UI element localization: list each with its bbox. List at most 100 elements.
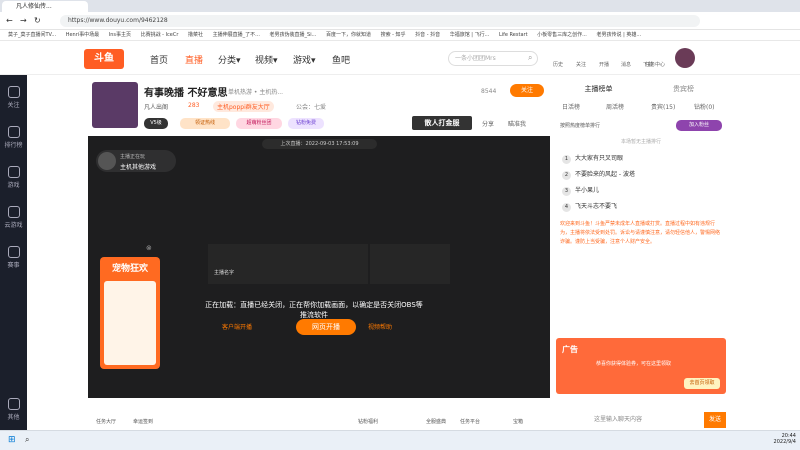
recommend-card[interactable]	[288, 244, 368, 284]
bookmark[interactable]: 莫子_莫子直播间TV...	[8, 30, 56, 40]
tab-daily[interactable]: 日活榜	[562, 102, 580, 114]
diamond-fan-badge[interactable]: 钻粉免费	[288, 118, 324, 129]
forward-icon[interactable]: →	[20, 16, 27, 25]
bookmark[interactable]: 老男孩伪装直播_Si...	[270, 30, 317, 40]
sidebar-item-game[interactable]: 游戏	[0, 163, 27, 191]
gift-bar: 任务大厅 幸运签到 钻粉福利 全服盛典 任务平台 宝箱	[88, 398, 550, 430]
promo-panel[interactable]: 宠物狂欢	[100, 257, 160, 369]
close-icon[interactable]: ⊗	[146, 244, 152, 252]
start-live-link[interactable]: 开播	[599, 61, 609, 68]
nav-home[interactable]: 首页	[150, 53, 168, 66]
level-badge[interactable]: V5级	[144, 118, 168, 129]
nav-category[interactable]: 分类▾	[218, 53, 241, 66]
sidebar-item-cloud-game[interactable]: 云游戏	[0, 203, 27, 231]
send-button[interactable]: 发送	[704, 412, 726, 428]
heart-icon	[7, 86, 20, 98]
ad-button[interactable]: 去首页领取	[684, 378, 720, 389]
bookmark[interactable]: Ins事主页	[109, 30, 131, 40]
site-header: 斗鱼 首页 直播 分类▾ 视频▾ 游戏▾ 鱼吧 一条小团团Mrs ⌕ 历史 关注…	[0, 41, 800, 75]
ad-panel[interactable]: 广告 恭喜你获得体验券，可在这里领取 去首页领取	[556, 338, 726, 394]
bookmark[interactable]: 主播伸展直播_了不...	[213, 30, 260, 40]
tab-weekly[interactable]: 周活榜	[606, 102, 624, 114]
game-icon	[7, 166, 20, 178]
rank-row[interactable]: 2 不要脸来的风起 - 波塔	[562, 168, 722, 182]
right-panel: 主播榜单 贵宾榜 日活榜 周活榜 贵宾(15) 钻粉(0) 按照热度榜单排行 加…	[556, 78, 726, 430]
room-category[interactable]: 单机热游 • 主机热...	[228, 87, 283, 96]
rank-row[interactable]: 4 飞天斗志不要飞	[562, 200, 722, 214]
bookmark[interactable]: Life Restart	[499, 30, 528, 40]
nav-game[interactable]: 游戏▾	[293, 53, 316, 66]
ad-title: 广告	[562, 345, 578, 354]
settings-icon	[7, 398, 20, 410]
tab-vip[interactable]: 贵宾(15)	[651, 102, 675, 114]
chat-input[interactable]: 这里输入聊天内容	[594, 412, 704, 428]
anchor-avatar[interactable]	[92, 82, 138, 128]
address-bar-row: ← → ↻ https://www.douyu.com/9462128	[0, 12, 800, 30]
sidebar-item-other[interactable]: 其他	[0, 395, 27, 423]
fan-club-badge[interactable]: 超萌粉丝团	[236, 118, 282, 129]
message-link[interactable]: 消息	[621, 61, 631, 68]
bookmark[interactable]: 小板零售三库之创作...	[537, 30, 587, 40]
nav-yuba[interactable]: 鱼吧	[332, 53, 350, 66]
recommend-card[interactable]	[370, 244, 450, 284]
clock[interactable]: 20:44 2022/9/4	[756, 433, 796, 445]
tab-diamond[interactable]: 钻粉(0)	[694, 102, 715, 114]
anchor-name[interactable]: 凡人出阁	[144, 102, 168, 111]
avatar[interactable]	[675, 48, 695, 68]
rank-row[interactable]: 1 大大家有只叉司眼	[562, 152, 722, 166]
tab-vip-rank[interactable]: 贵宾榜	[641, 82, 726, 96]
bookmark[interactable]: 比赛挑战 - IceCr	[141, 30, 179, 40]
bookmark[interactable]: 撸菜社	[188, 30, 203, 40]
sidebar-item-ranking[interactable]: 排行榜	[0, 123, 27, 151]
hotline-badge[interactable]: 领证热线	[180, 118, 230, 129]
diamond-benefit-button[interactable]: 钻粉福利	[358, 418, 378, 425]
browser-tab[interactable]: 凡人修仙传...	[2, 1, 88, 12]
nav-video[interactable]: 视频▾	[255, 53, 278, 66]
video-player[interactable]: 上次直播：2022-09-03 17:53:09 主播正在玩 主机其他游戏 宠物…	[88, 136, 550, 398]
follow-link[interactable]: 关注	[576, 61, 586, 68]
search-input[interactable]: 一条小团团Mrs	[448, 51, 538, 66]
task-hall-button[interactable]: 任务大厅	[96, 418, 116, 425]
rank-row[interactable]: 3 半小果儿	[562, 184, 722, 198]
windows-start-icon[interactable]: ⊞	[8, 435, 16, 445]
bookmark[interactable]: 搜索 - 知乎	[381, 30, 406, 40]
client-live-button[interactable]: 客户端开播	[222, 322, 252, 331]
search-icon[interactable]: ⌕	[528, 53, 532, 63]
bookmark[interactable]: 老男孩传说 | 英雄...	[597, 30, 642, 40]
browser-tabbar: 凡人修仙传...	[0, 0, 800, 12]
banner-ad[interactable]: 散人打金服	[412, 116, 472, 130]
url-input[interactable]: https://www.douyu.com/9462128	[60, 15, 700, 27]
task-center-link[interactable]: 任务中心	[645, 61, 665, 68]
treasure-button[interactable]: 宝箱	[513, 418, 523, 425]
promo-items	[104, 281, 156, 365]
web-live-button[interactable]: 网页开播	[296, 319, 356, 335]
bookmark[interactable]: 百度一下，你就知道	[326, 30, 371, 40]
room-tag[interactable]: 主机poppi群友大厅	[213, 101, 274, 112]
help-button[interactable]: 视频帮助	[368, 322, 392, 331]
share-button[interactable]: 分享	[482, 119, 494, 128]
join-fans-button[interactable]: 加入粉丝	[676, 120, 722, 131]
task-platform-button[interactable]: 任务平台	[460, 418, 480, 425]
notice-sub: 主机其他游戏	[120, 164, 157, 171]
history-link[interactable]: 历史	[553, 61, 563, 68]
bookmark[interactable]: 抖音 - 抖音	[415, 30, 440, 40]
bookmark[interactable]: Henri事中场最	[66, 30, 99, 40]
bookmark[interactable]: 华福旅馆 | 飞行...	[450, 30, 490, 40]
sidebar-item-follow[interactable]: 关注	[0, 83, 27, 111]
report-button[interactable]: 瞄准我	[508, 119, 526, 128]
douyu-logo[interactable]: 斗鱼	[84, 49, 124, 69]
back-icon[interactable]: ←	[6, 16, 13, 25]
tab-anchor-rank[interactable]: 主播榜单	[556, 82, 641, 96]
checkin-button[interactable]: 幸运签到	[133, 418, 153, 425]
nav-live[interactable]: 直播	[185, 53, 203, 66]
os-taskbar: ⊞ ⌕ 20:44 2022/9/4	[0, 430, 800, 450]
festival-button[interactable]: 全服盛典	[426, 418, 446, 425]
recommend-card[interactable]: 主播名字	[208, 244, 288, 284]
bookmarks-bar: 莫子_莫子直播间TV... Henri事中场最 Ins事主页 比赛挑战 - Ic…	[0, 30, 800, 41]
sidebar-item-esports[interactable]: 赛事	[0, 243, 27, 271]
follow-button[interactable]: 关注	[510, 84, 544, 97]
playing-notice[interactable]: 主播正在玩 主机其他游戏	[96, 150, 176, 172]
search-icon[interactable]: ⌕	[25, 435, 29, 445]
last-live-bar: 上次直播：2022-09-03 17:53:09	[262, 139, 377, 149]
reload-icon[interactable]: ↻	[34, 16, 41, 25]
